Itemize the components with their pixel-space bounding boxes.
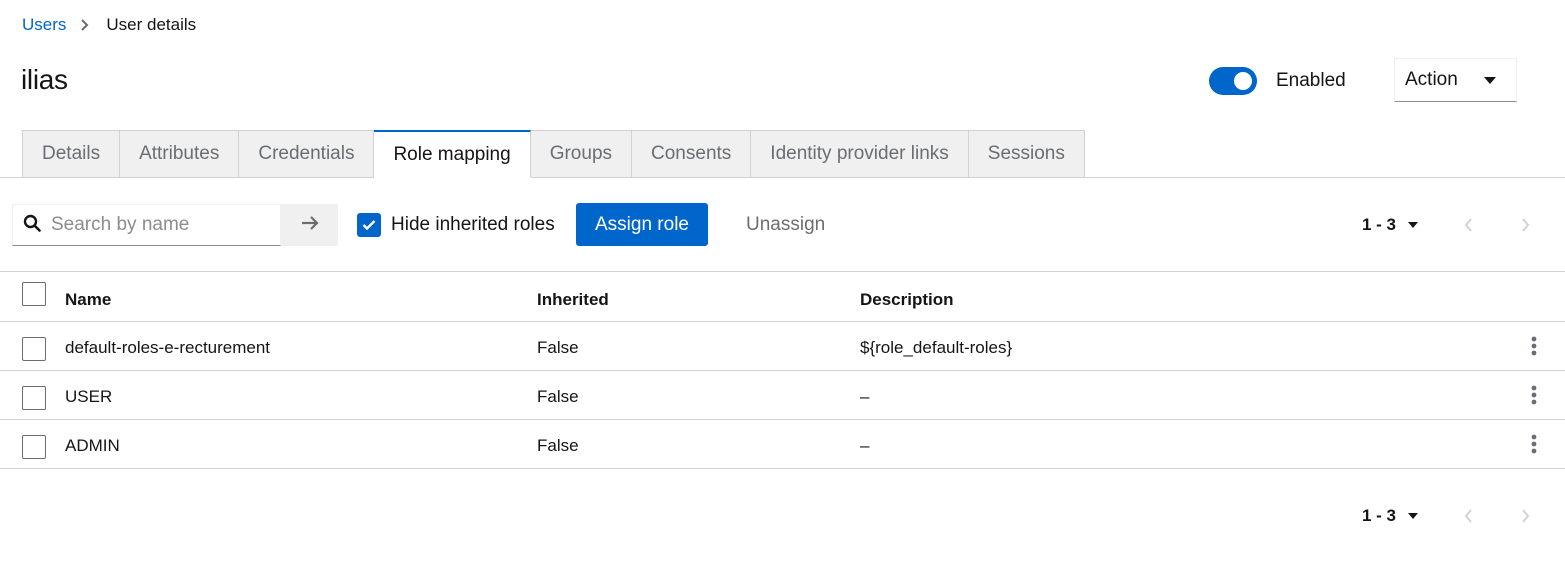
assign-role-button[interactable]: Assign role: [576, 203, 708, 246]
role-inherited: False: [537, 338, 579, 357]
hide-inherited-toggle[interactable]: Hide inherited roles: [357, 213, 555, 237]
hide-inherited-label: Hide inherited roles: [391, 214, 555, 235]
column-header-inherited: Inherited: [537, 290, 609, 309]
role-inherited: False: [537, 387, 579, 406]
table-header: Name Inherited Description: [0, 272, 1565, 322]
tab-consents[interactable]: Consents: [632, 130, 752, 178]
table-row: USER False –: [0, 371, 1565, 420]
column-header-description: Description: [860, 290, 954, 309]
search-box: [12, 204, 281, 246]
page-title: ilias: [21, 64, 68, 95]
kebab-icon[interactable]: [1531, 385, 1537, 405]
angle-right-icon: [1522, 218, 1530, 232]
breadcrumb: Users User details: [22, 15, 196, 35]
tab-role-mapping[interactable]: Role mapping: [374, 130, 531, 178]
tab-credentials[interactable]: Credentials: [239, 130, 375, 178]
role-name: USER: [65, 387, 113, 406]
tab-groups[interactable]: Groups: [530, 130, 633, 178]
tab-sessions[interactable]: Sessions: [968, 130, 1085, 178]
tab-details[interactable]: Details: [22, 130, 121, 178]
hide-inherited-checkbox[interactable]: [357, 213, 381, 237]
role-name: default-roles-e-recturement: [65, 338, 271, 357]
pagination-range: 1 - 3: [1362, 506, 1397, 525]
role-description: –: [860, 436, 870, 455]
angle-left-icon: [1464, 509, 1472, 523]
role-description: –: [860, 387, 870, 406]
table-row: default-roles-e-recturement False ${role…: [0, 322, 1565, 371]
table-row: ADMIN False –: [0, 420, 1565, 469]
column-header-name[interactable]: Name: [65, 290, 111, 310]
pagination-toggle[interactable]: 1 - 3: [1362, 215, 1419, 235]
angle-right-icon: [1522, 509, 1530, 523]
next-page-button[interactable]: [1521, 509, 1530, 523]
enabled-toggle[interactable]: [1209, 67, 1257, 95]
role-name: ADMIN: [65, 436, 120, 455]
action-dropdown[interactable]: Action: [1394, 58, 1517, 102]
arrow-right-icon: [301, 215, 319, 236]
search-input[interactable]: [49, 213, 269, 237]
toggle-knob: [1234, 72, 1252, 90]
enabled-label: Enabled: [1276, 70, 1346, 91]
pagination-range: 1 - 3: [1362, 215, 1397, 234]
kebab-icon[interactable]: [1531, 434, 1537, 454]
pagination-top: 1 - 3: [1362, 215, 1542, 235]
tab-attributes[interactable]: Attributes: [120, 130, 240, 178]
row-checkbox[interactable]: [22, 386, 46, 410]
check-icon: [362, 220, 376, 231]
pagination-toggle[interactable]: 1 - 3: [1362, 506, 1419, 526]
row-checkbox[interactable]: [22, 435, 46, 459]
select-all-checkbox[interactable]: [22, 282, 46, 306]
page: Users User details ilias Enabled Action …: [0, 0, 1565, 564]
next-page-button[interactable]: [1521, 218, 1530, 232]
action-label: Action: [1405, 69, 1458, 90]
previous-page-button[interactable]: [1464, 218, 1473, 232]
breadcrumb-users-link[interactable]: Users: [22, 15, 66, 35]
angle-left-icon: [1464, 218, 1472, 232]
previous-page-button[interactable]: [1464, 509, 1473, 523]
role-mapping-table: Name Inherited Description default-roles…: [0, 272, 1565, 469]
caret-down-icon: [1484, 69, 1496, 91]
unassign-button[interactable]: Unassign: [730, 203, 841, 246]
search-icon: [23, 214, 41, 237]
chevron-right-icon: [80, 19, 90, 31]
tab-identity-provider-links[interactable]: Identity provider links: [751, 130, 969, 178]
search-submit-button[interactable]: [281, 204, 338, 246]
kebab-icon[interactable]: [1531, 336, 1537, 356]
caret-down-icon: [1408, 222, 1419, 228]
breadcrumb-current: User details: [106, 15, 197, 34]
role-inherited: False: [537, 436, 579, 455]
role-description: ${role_default-roles}: [860, 338, 1013, 357]
row-checkbox[interactable]: [22, 337, 46, 361]
caret-down-icon: [1408, 513, 1419, 519]
pagination-bottom: 1 - 3: [1362, 506, 1542, 526]
tab-bar: Details Attributes Credentials Role mapp…: [22, 130, 1085, 178]
